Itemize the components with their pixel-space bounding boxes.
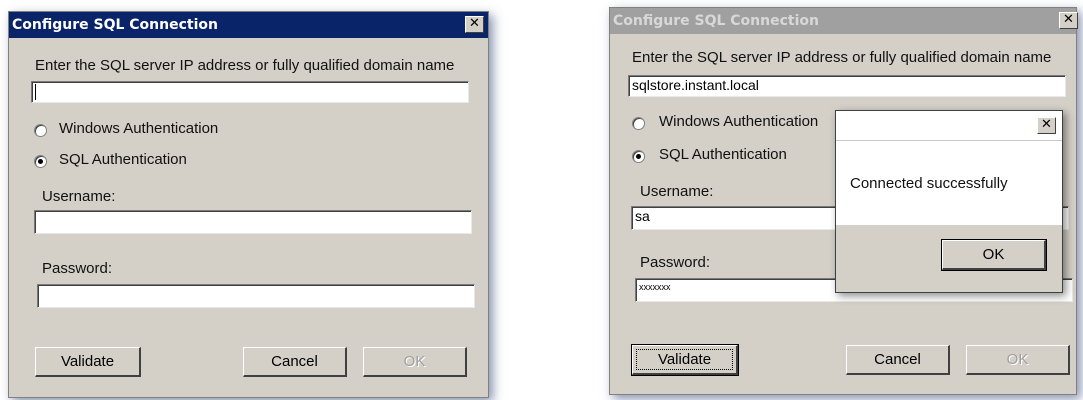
password-input[interactable] bbox=[37, 284, 475, 308]
right-dialog-titlebar[interactable]: Configure SQL Connection ✕ bbox=[610, 8, 1078, 34]
username-label: Username: bbox=[640, 183, 714, 200]
sql-auth-radio[interactable] bbox=[34, 155, 47, 168]
password-label: Password: bbox=[42, 260, 113, 277]
cancel-button[interactable]: Cancel bbox=[243, 347, 347, 377]
server-address-value: sqlstore.instant.local bbox=[632, 77, 759, 93]
username-value: sa bbox=[635, 208, 650, 224]
username-input[interactable] bbox=[34, 210, 472, 234]
windows-auth-radio[interactable] bbox=[34, 124, 47, 137]
sql-auth-radio[interactable] bbox=[632, 150, 645, 163]
message-box-close-button[interactable]: ✕ bbox=[1037, 117, 1056, 134]
server-prompt-label: Enter the SQL server IP address or fully… bbox=[35, 57, 455, 74]
text-caret bbox=[35, 84, 36, 101]
cancel-button[interactable]: Cancel bbox=[846, 345, 950, 375]
windows-auth-radio[interactable] bbox=[632, 117, 645, 130]
sql-auth-label[interactable]: SQL Authentication bbox=[659, 146, 787, 163]
message-ok-button[interactable]: OK bbox=[941, 239, 1047, 271]
close-icon: ✕ bbox=[1063, 12, 1074, 27]
left-dialog-close-button[interactable]: ✕ bbox=[465, 16, 484, 33]
password-value: xxxxxxx bbox=[639, 282, 671, 292]
message-text: Connected successfully bbox=[850, 175, 1008, 192]
server-prompt-label: Enter the SQL server IP address or fully… bbox=[632, 49, 1052, 66]
message-box-footer: OK bbox=[836, 225, 1062, 292]
password-label: Password: bbox=[640, 254, 711, 271]
right-dialog-close-button[interactable]: ✕ bbox=[1059, 12, 1078, 29]
right-dialog-title: Configure SQL Connection bbox=[613, 13, 819, 29]
windows-auth-label[interactable]: Windows Authentication bbox=[659, 113, 818, 130]
sql-auth-label[interactable]: SQL Authentication bbox=[59, 151, 187, 168]
left-dialog: Configure SQL Connection ✕ Enter the SQL… bbox=[8, 11, 489, 398]
windows-auth-label[interactable]: Windows Authentication bbox=[59, 120, 218, 137]
close-icon: ✕ bbox=[1041, 117, 1052, 132]
server-address-input[interactable]: sqlstore.instant.local bbox=[628, 75, 1066, 97]
username-label: Username: bbox=[42, 188, 116, 205]
left-dialog-titlebar[interactable]: Configure SQL Connection ✕ bbox=[9, 12, 488, 38]
server-address-input[interactable] bbox=[31, 81, 469, 103]
ok-button[interactable]: OK bbox=[363, 347, 467, 377]
validate-button[interactable]: Validate bbox=[35, 347, 141, 377]
ok-button[interactable]: OK bbox=[966, 345, 1070, 375]
left-dialog-title: Configure SQL Connection bbox=[12, 17, 218, 33]
message-box: ✕ Connected successfully OK bbox=[835, 110, 1063, 293]
message-box-titlebar[interactable]: ✕ bbox=[836, 111, 1062, 141]
close-icon: ✕ bbox=[469, 16, 480, 31]
validate-button[interactable]: Validate bbox=[631, 344, 739, 376]
